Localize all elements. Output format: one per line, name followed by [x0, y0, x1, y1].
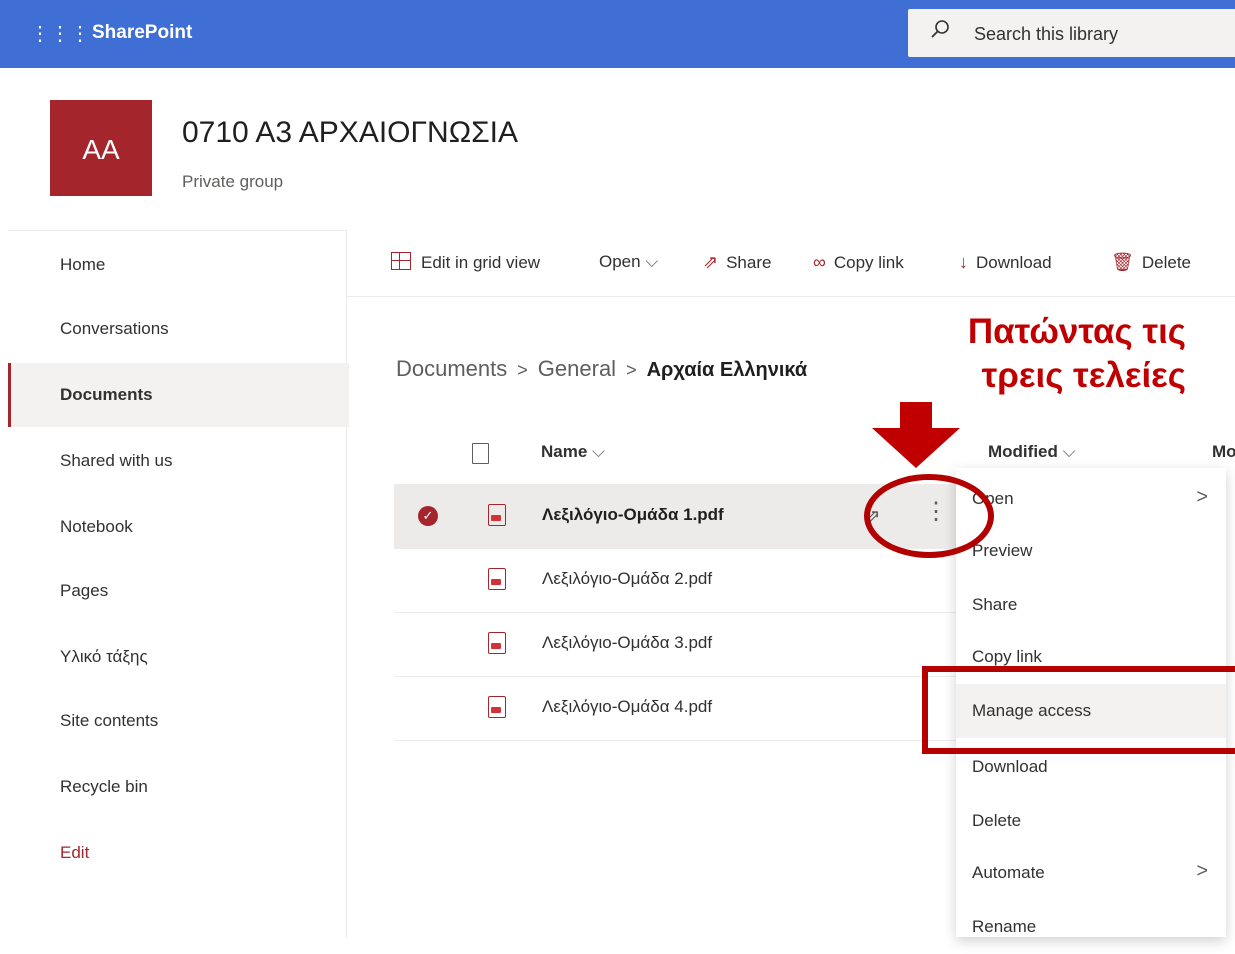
chevron-right-icon: > — [1196, 860, 1208, 882]
column-header-name[interactable]: Name ⌵ — [541, 442, 605, 462]
nav-label: Site contents — [60, 711, 159, 730]
pdf-icon — [488, 632, 506, 654]
table-row[interactable]: Λεξιλόγιο-Ομάδα 2.pdf — [394, 548, 960, 613]
column-name-label: Name — [541, 442, 588, 461]
site-subtitle: Private group — [182, 172, 284, 191]
nav-item-home[interactable]: Home — [8, 233, 346, 297]
menu-label: Preview — [972, 541, 1033, 560]
breadcrumb-general[interactable]: General — [538, 356, 616, 381]
menu-item-preview[interactable]: Preview — [956, 524, 1226, 578]
file-name[interactable]: Λεξιλόγιο-Ομάδα 1.pdf — [542, 505, 724, 525]
copy-link-label: Copy link — [833, 253, 904, 272]
menu-item-share[interactable]: Share — [956, 578, 1226, 632]
table-row[interactable]: Λεξιλόγιο-Ομάδα 4.pdf — [394, 676, 960, 741]
edit-grid-view-button[interactable]: Edit in grid view — [391, 252, 540, 273]
menu-item-rename[interactable]: Rename — [956, 900, 1226, 954]
nav-item-shared-with-us[interactable]: Shared with us — [8, 429, 346, 493]
nav-label: Documents — [60, 385, 153, 404]
column-header-modified-by[interactable]: Mo — [1212, 442, 1235, 462]
command-bar: Edit in grid view Open ⌵ ⇗ Share ∞ Copy li… — [347, 230, 1235, 297]
download-label: Download — [976, 253, 1052, 272]
menu-item-open[interactable]: Open > — [956, 472, 1226, 526]
menu-label: Delete — [972, 811, 1022, 830]
breadcrumb: Documents > General > Αρχαία Ελληνικά — [396, 356, 807, 382]
download-icon: ↓ — [959, 252, 968, 272]
menu-label: Automate — [972, 863, 1045, 882]
column-header-modified[interactable]: Modified ⌵ — [988, 442, 1076, 462]
left-nav: Home Conversations Documents Shared with… — [8, 230, 349, 938]
site-logo[interactable]: AA — [50, 100, 152, 196]
open-label: Open — [599, 252, 641, 271]
edit-grid-label: Edit in grid view — [421, 253, 541, 272]
link-icon: ∞ — [813, 252, 826, 272]
nav-label: Pages — [60, 581, 109, 600]
suite-bar: ⋮⋮⋮ SharePoint Search this library — [0, 0, 1235, 68]
site-title[interactable]: 0710 Α3 ΑΡΧΑΙΟΓΝΩΣΙΑ — [182, 116, 518, 150]
annotation-text: Πατώντας τις τρεις τελείες — [914, 310, 1186, 398]
nav-item-pages[interactable]: Pages — [8, 559, 346, 623]
pdf-icon — [488, 504, 506, 526]
file-name[interactable]: Λεξιλόγιο-Ομάδα 3.pdf — [542, 633, 712, 653]
download-button[interactable]: ↓ Download — [959, 252, 1052, 273]
nav-item-edit[interactable]: Edit — [8, 821, 346, 885]
grid-icon — [391, 252, 411, 270]
copy-link-button[interactable]: ∞ Copy link — [813, 252, 904, 273]
table-row[interactable]: Λεξιλόγιο-Ομάδα 3.pdf — [394, 612, 960, 677]
nav-label: Υλικό τάξης — [60, 647, 148, 666]
delete-button[interactable]: 🗑 Delete — [1111, 252, 1191, 273]
checkmark-icon[interactable]: ✓ — [418, 506, 438, 526]
column-modified-label: Modified — [988, 442, 1058, 461]
pdf-icon — [488, 696, 506, 718]
file-name[interactable]: Λεξιλόγιο-Ομάδα 2.pdf — [542, 569, 712, 589]
nav-label: Shared with us — [60, 451, 173, 470]
share-button[interactable]: ⇗ Share — [703, 252, 771, 273]
chevron-right-icon: > — [626, 360, 637, 380]
file-name[interactable]: Λεξιλόγιο-Ομάδα 4.pdf — [542, 697, 712, 717]
file-type-icon[interactable] — [472, 443, 489, 464]
search-box[interactable]: Search this library — [908, 9, 1235, 57]
nav-label: Recycle bin — [60, 777, 148, 796]
trash-icon: 🗑 — [1111, 252, 1134, 272]
nav-item-site-contents[interactable]: Site contents — [8, 689, 346, 753]
search-icon — [931, 20, 949, 38]
breadcrumb-documents[interactable]: Documents — [396, 356, 507, 381]
nav-item-conversations[interactable]: Conversations — [8, 297, 346, 361]
menu-label: Download — [972, 757, 1048, 776]
annotation-line-1: Πατώντας τις — [967, 312, 1186, 351]
chevron-right-icon: > — [517, 360, 528, 380]
annotation-circle — [864, 474, 994, 558]
app-name[interactable]: SharePoint — [92, 22, 192, 44]
nav-label: Conversations — [60, 319, 169, 338]
nav-item-recycle-bin[interactable]: Recycle bin — [8, 755, 346, 819]
chevron-down-icon: ⌵ — [1062, 442, 1076, 461]
annotation-line-2: τρεις τελείες — [981, 356, 1186, 395]
chevron-down-icon: ⌵ — [592, 442, 605, 461]
menu-label: Rename — [972, 917, 1037, 936]
annotation-highlight-box — [922, 666, 1235, 754]
delete-label: Delete — [1141, 253, 1191, 272]
search-placeholder: Search this library — [974, 24, 1119, 44]
nav-label: Home — [60, 255, 106, 274]
chevron-right-icon: > — [1196, 486, 1208, 508]
chevron-down-icon: ⌵ — [645, 252, 659, 271]
nav-item-documents[interactable]: Documents — [8, 363, 349, 427]
breadcrumb-current: Αρχαία Ελληνικά — [646, 359, 808, 381]
nav-item-class-material[interactable]: Υλικό τάξης — [8, 625, 346, 689]
nav-item-notebook[interactable]: Notebook — [8, 495, 346, 559]
waffle-icon[interactable]: ⋮⋮⋮ — [30, 22, 90, 46]
nav-label: Edit — [60, 843, 90, 862]
share-label: Share — [726, 253, 772, 272]
pdf-icon — [488, 568, 506, 590]
share-icon: ⇗ — [703, 252, 719, 272]
annotation-arrow-down — [872, 402, 960, 468]
menu-label: Share — [972, 595, 1018, 614]
menu-item-automate[interactable]: Automate > — [956, 846, 1226, 900]
open-button[interactable]: Open ⌵ — [599, 252, 658, 272]
menu-label: Copy link — [972, 647, 1042, 666]
nav-label: Notebook — [60, 517, 133, 536]
menu-item-delete[interactable]: Delete — [956, 794, 1226, 848]
